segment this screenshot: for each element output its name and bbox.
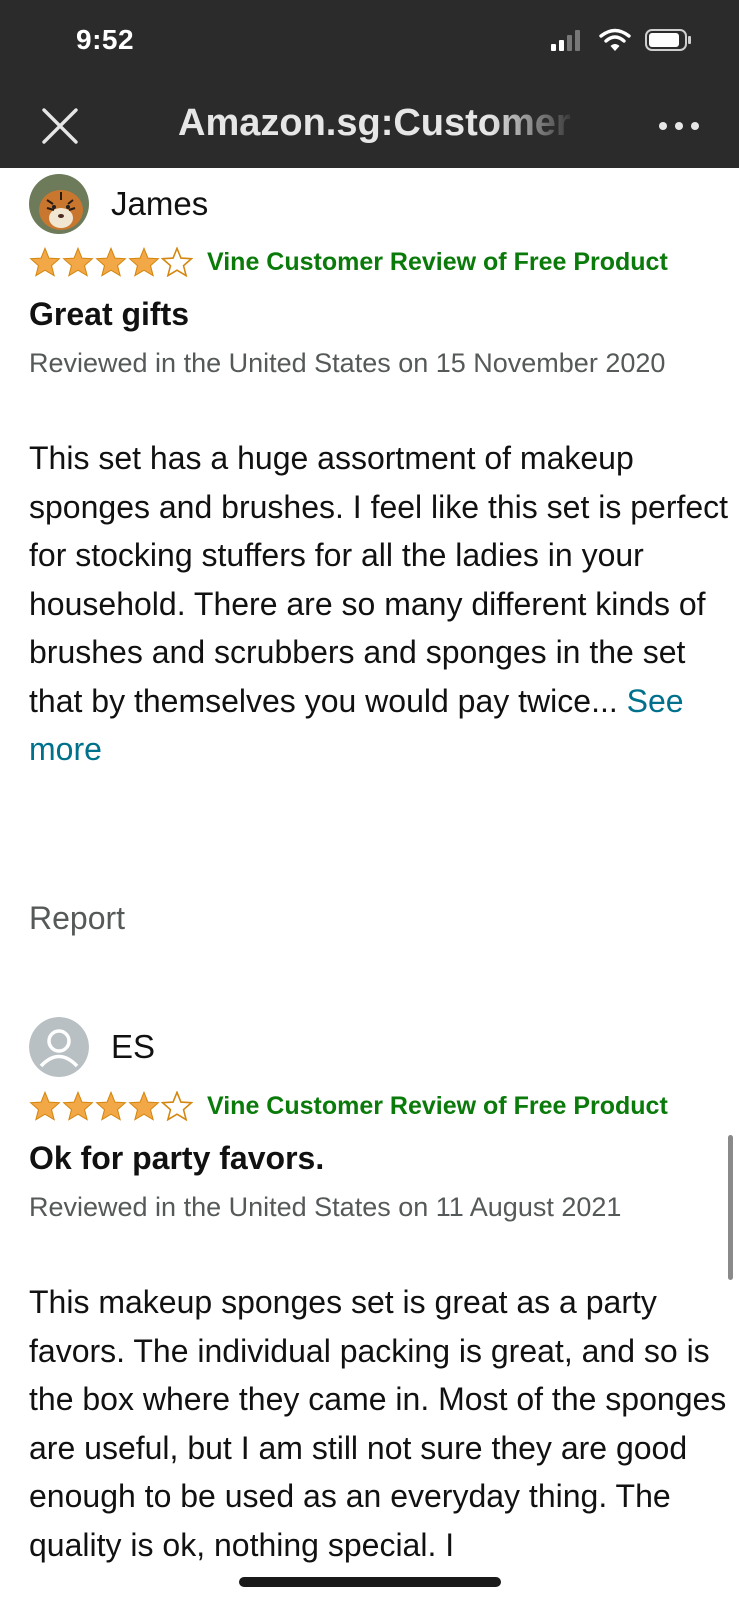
reviewer-profile[interactable]: ES xyxy=(29,1017,155,1077)
review-date: Reviewed in the United States on 11 Augu… xyxy=(29,1192,622,1222)
review-body: This set has a huge assortment of makeup… xyxy=(29,434,729,774)
status-icons xyxy=(551,28,693,52)
rating-row: Vine Customer Review of Free Product xyxy=(29,1091,668,1121)
star-filled-icon xyxy=(95,247,127,277)
star-filled-icon xyxy=(62,1091,94,1121)
star-filled-icon xyxy=(29,1091,61,1121)
star-filled-icon xyxy=(62,247,94,277)
avatar xyxy=(29,1017,89,1077)
reviewer-name: James xyxy=(111,185,209,222)
status-bar: 9:52 xyxy=(0,0,739,84)
review-body-text: This set has a huge assortment of makeup… xyxy=(29,440,729,719)
status-time: 9:52 xyxy=(76,24,135,55)
vine-badge: Vine Customer Review of Free Product xyxy=(207,247,668,276)
home-indicator[interactable] xyxy=(239,1577,501,1587)
star-empty-icon xyxy=(161,1091,193,1121)
more-options-button[interactable] xyxy=(655,106,703,146)
reviewer-profile[interactable]: James xyxy=(29,174,208,234)
star-filled-icon xyxy=(95,1091,127,1121)
review-title: Great gifts xyxy=(29,296,190,332)
tiger-avatar-image xyxy=(29,174,89,234)
battery-icon xyxy=(645,29,691,51)
avatar xyxy=(29,174,89,234)
close-button[interactable] xyxy=(38,104,82,148)
more-dots-icon xyxy=(659,122,699,130)
review-title: Ok for party favors. xyxy=(29,1140,325,1176)
review-date: Reviewed in the United States on 15 Nove… xyxy=(29,348,666,378)
vine-badge: Vine Customer Review of Free Product xyxy=(207,1091,668,1120)
page-title: Amazon.sg:Customer Reviews xyxy=(178,102,578,144)
star-rating[interactable] xyxy=(29,1091,193,1121)
star-filled-icon xyxy=(128,247,160,277)
report-link[interactable]: Report xyxy=(29,900,125,937)
cellular-signal-icon xyxy=(551,30,580,51)
default-user-icon xyxy=(29,1017,89,1077)
close-icon xyxy=(42,108,78,144)
browser-nav-bar: Amazon.sg:Customer Reviews xyxy=(0,84,739,168)
star-filled-icon xyxy=(128,1091,160,1121)
review-body: This makeup sponges set is great as a pa… xyxy=(29,1284,727,1563)
wifi-icon xyxy=(599,28,631,51)
star-empty-icon xyxy=(161,247,193,277)
reviewer-name: ES xyxy=(111,1028,156,1065)
star-filled-icon xyxy=(29,247,61,277)
star-rating[interactable] xyxy=(29,247,193,277)
rating-row: Vine Customer Review of Free Product xyxy=(29,247,668,277)
scrollbar[interactable] xyxy=(728,1135,733,1280)
